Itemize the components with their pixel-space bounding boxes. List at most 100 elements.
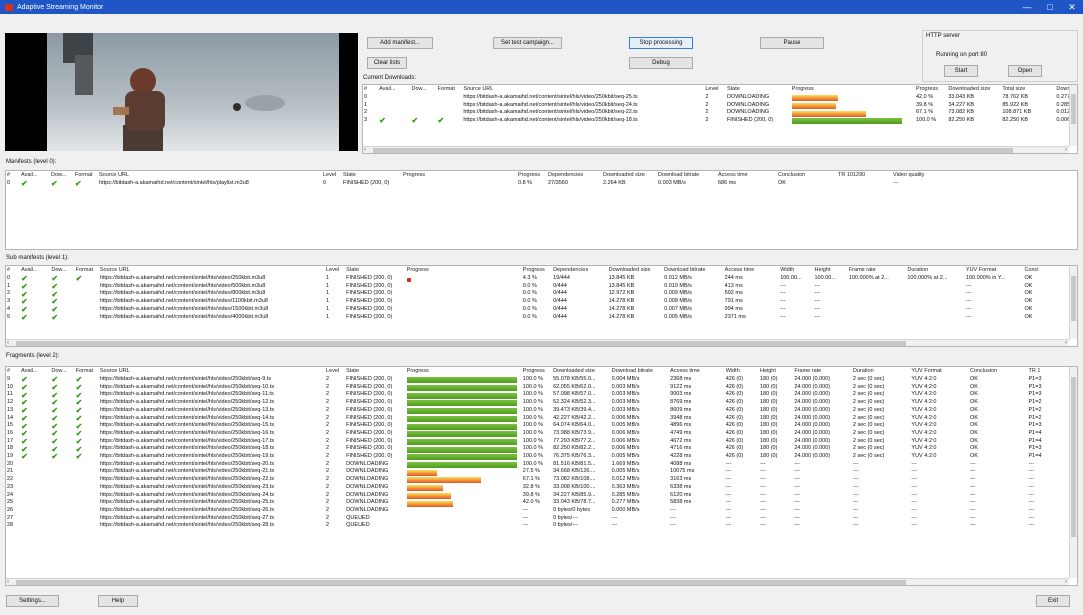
column-header[interactable]: Dow... xyxy=(50,266,74,275)
column-header[interactable]: Progress xyxy=(522,367,552,376)
hscroll-thumb[interactable] xyxy=(16,341,906,346)
column-header[interactable]: Source URL xyxy=(99,367,325,376)
table-row[interactable]: 14 ✔ ✔ ✔ https://bitdash-a.akamaihd.net/cont… xyxy=(6,415,1069,423)
table-row[interactable]: 25 https://bitdash-a.akamaihd.net/content… xyxy=(6,499,1069,507)
column-header[interactable]: Access time xyxy=(717,171,777,180)
table-row[interactable]: 19 ✔ ✔ ✔ https://bitdash-a.akamaihd.net/cont… xyxy=(6,453,1069,461)
vscroll-thumb[interactable] xyxy=(1071,377,1076,537)
column-header[interactable]: Access time xyxy=(724,266,780,275)
column-header[interactable]: Download bitrate xyxy=(611,367,670,376)
column-header[interactable]: Downloaded size xyxy=(947,85,1001,94)
stop-processing-button[interactable]: Stop processing xyxy=(629,37,693,49)
column-header[interactable]: Conclusion xyxy=(777,171,837,180)
column-header[interactable]: Level xyxy=(325,367,345,376)
column-header[interactable]: Progress xyxy=(517,171,547,180)
table-row[interactable]: 27 https://bitdash-a.akamaihd.net/content… xyxy=(6,515,1069,523)
column-header[interactable]: Dow... xyxy=(411,85,437,94)
column-header[interactable]: Frame rate xyxy=(793,367,852,376)
table-row[interactable]: 15 ✔ ✔ ✔ https://bitdash-a.akamaihd.net/cont… xyxy=(6,422,1069,430)
column-header[interactable]: Format xyxy=(75,367,99,376)
table-row[interactable]: 3 ✔ ✔ ✔ https://bitdash-a.akamaihd.net/conte… xyxy=(363,117,1077,125)
table-row[interactable]: 9 ✔ ✔ ✔ https://bitdash-a.akamaihd.net/conte… xyxy=(6,376,1069,384)
column-header[interactable]: Access time xyxy=(669,367,725,376)
column-header[interactable]: Width xyxy=(779,266,813,275)
column-header[interactable]: Avail... xyxy=(20,266,50,275)
column-header[interactable]: Progress xyxy=(402,171,517,180)
table-row[interactable]: 17 ✔ ✔ ✔ https://bitdash-a.akamaihd.net/cont… xyxy=(6,438,1069,446)
column-header[interactable]: Progress xyxy=(791,85,915,94)
column-header[interactable]: Dependencies xyxy=(547,171,602,180)
column-header[interactable]: Dow... xyxy=(50,171,74,180)
fragments-vscroll[interactable] xyxy=(1069,367,1077,578)
column-header[interactable]: Progress xyxy=(406,367,522,376)
hscroll-thumb[interactable] xyxy=(16,580,906,585)
column-header[interactable]: Total size xyxy=(1001,85,1055,94)
table-row[interactable]: 28 https://bitdash-a.akamaihd.net/content… xyxy=(6,522,1069,530)
table-row[interactable]: 12 ✔ ✔ ✔ https://bitdash-a.akamaihd.net/cont… xyxy=(6,399,1069,407)
column-header[interactable]: YUV Format xyxy=(965,266,1024,275)
column-header[interactable]: Dow... xyxy=(50,367,74,376)
table-row[interactable]: 2 https://bitdash-a.akamaihd.net/content/… xyxy=(363,109,1077,117)
column-header[interactable]: Height xyxy=(759,367,793,376)
table-row[interactable]: 18 ✔ ✔ ✔ https://bitdash-a.akamaihd.net/cont… xyxy=(6,445,1069,453)
settings-button[interactable]: Settings... xyxy=(6,595,59,607)
scroll-left-icon[interactable]: ‹ xyxy=(7,339,9,346)
minimize-button[interactable]: — xyxy=(1016,0,1038,14)
table-row[interactable]: 0 ✔ ✔ ✔ https://bitdash-a.akamaihd.net/conte… xyxy=(6,275,1069,283)
column-header[interactable]: # xyxy=(363,85,378,94)
clear-lists-button[interactable]: Clear lists xyxy=(367,57,407,69)
column-header[interactable]: State xyxy=(342,171,402,180)
column-header[interactable]: # xyxy=(6,266,20,275)
help-button[interactable]: Help xyxy=(98,595,138,607)
exit-button[interactable]: Exit xyxy=(1036,595,1070,607)
table-row[interactable]: 10 ✔ ✔ ✔ https://bitdash-a.akamaihd.net/cont… xyxy=(6,384,1069,392)
scroll-left-icon[interactable]: ‹ xyxy=(7,578,9,585)
scroll-left-icon[interactable]: ‹ xyxy=(364,146,366,153)
sub-manifests-hscroll[interactable]: ‹ › xyxy=(6,339,1069,346)
table-row[interactable]: 16 ✔ ✔ ✔ https://bitdash-a.akamaihd.net/cont… xyxy=(6,430,1069,438)
table-row[interactable]: 23 https://bitdash-a.akamaihd.net/content… xyxy=(6,484,1069,492)
debug-button[interactable]: Debug xyxy=(629,57,693,69)
column-header[interactable]: Duration xyxy=(906,266,965,275)
current-downloads-vscroll[interactable] xyxy=(1069,85,1077,146)
close-button[interactable]: ✕ xyxy=(1061,0,1083,14)
column-header[interactable]: Duration xyxy=(852,367,911,376)
table-row[interactable]: 13 ✔ ✔ ✔ https://bitdash-a.akamaihd.net/cont… xyxy=(6,407,1069,415)
column-header[interactable]: Concl xyxy=(1023,266,1069,275)
vscroll-thumb[interactable] xyxy=(1071,94,1076,124)
column-header[interactable]: TR 101290 xyxy=(837,171,892,180)
table-row[interactable]: 22 https://bitdash-a.akamaihd.net/content… xyxy=(6,476,1069,484)
table-row[interactable]: 11 ✔ ✔ ✔ https://bitdash-a.akamaihd.net/cont… xyxy=(6,391,1069,399)
column-header[interactable]: Level xyxy=(322,171,342,180)
column-header[interactable]: Format xyxy=(75,266,99,275)
table-row[interactable]: 1 ✔ ✔ https://bitdash-a.akamaihd.net/conten… xyxy=(6,283,1069,291)
column-header[interactable]: Level xyxy=(704,85,726,94)
column-header[interactable]: State xyxy=(345,266,406,275)
table-row[interactable]: 1 https://bitdash-a.akamaihd.net/content/… xyxy=(363,102,1077,110)
column-header[interactable]: Source URL xyxy=(98,171,322,180)
column-header[interactable]: Width xyxy=(725,367,759,376)
column-header[interactable]: State xyxy=(726,85,791,94)
column-header[interactable]: TR 1 xyxy=(1028,367,1070,376)
table-row[interactable]: 0 ✔ ✔ ✔ https://bitdash-a.akamaihd.net/conte… xyxy=(6,180,1077,188)
start-button[interactable]: Start xyxy=(944,65,978,77)
column-header[interactable]: Downloaded size xyxy=(608,266,664,275)
table-row[interactable]: 26 https://bitdash-a.akamaihd.net/content… xyxy=(6,507,1069,515)
column-header[interactable]: Avail... xyxy=(20,367,50,376)
add-manifest-button[interactable]: Add manifest... xyxy=(367,37,433,49)
column-header[interactable]: Format xyxy=(436,85,462,94)
open-button[interactable]: Open xyxy=(1008,65,1042,77)
column-header[interactable]: Avail... xyxy=(378,85,410,94)
set-test-campaign-button[interactable]: Set test campaign... xyxy=(493,37,562,49)
table-row[interactable]: 2 ✔ ✔ https://bitdash-a.akamaihd.net/conten… xyxy=(6,290,1069,298)
column-header[interactable]: Downloaded size xyxy=(552,367,611,376)
column-header[interactable]: Source URL xyxy=(99,266,325,275)
column-header[interactable]: State xyxy=(345,367,406,376)
column-header[interactable]: # xyxy=(6,171,20,180)
column-header[interactable]: Format xyxy=(74,171,98,180)
current-downloads-hscroll[interactable]: ‹ › xyxy=(363,146,1069,153)
table-row[interactable]: 5 ✔ ✔ https://bitdash-a.akamaihd.net/conten… xyxy=(6,314,1069,322)
pause-button[interactable]: Pause xyxy=(760,37,824,49)
vscroll-thumb[interactable] xyxy=(1071,276,1076,321)
column-header[interactable]: Dependencies xyxy=(552,266,608,275)
